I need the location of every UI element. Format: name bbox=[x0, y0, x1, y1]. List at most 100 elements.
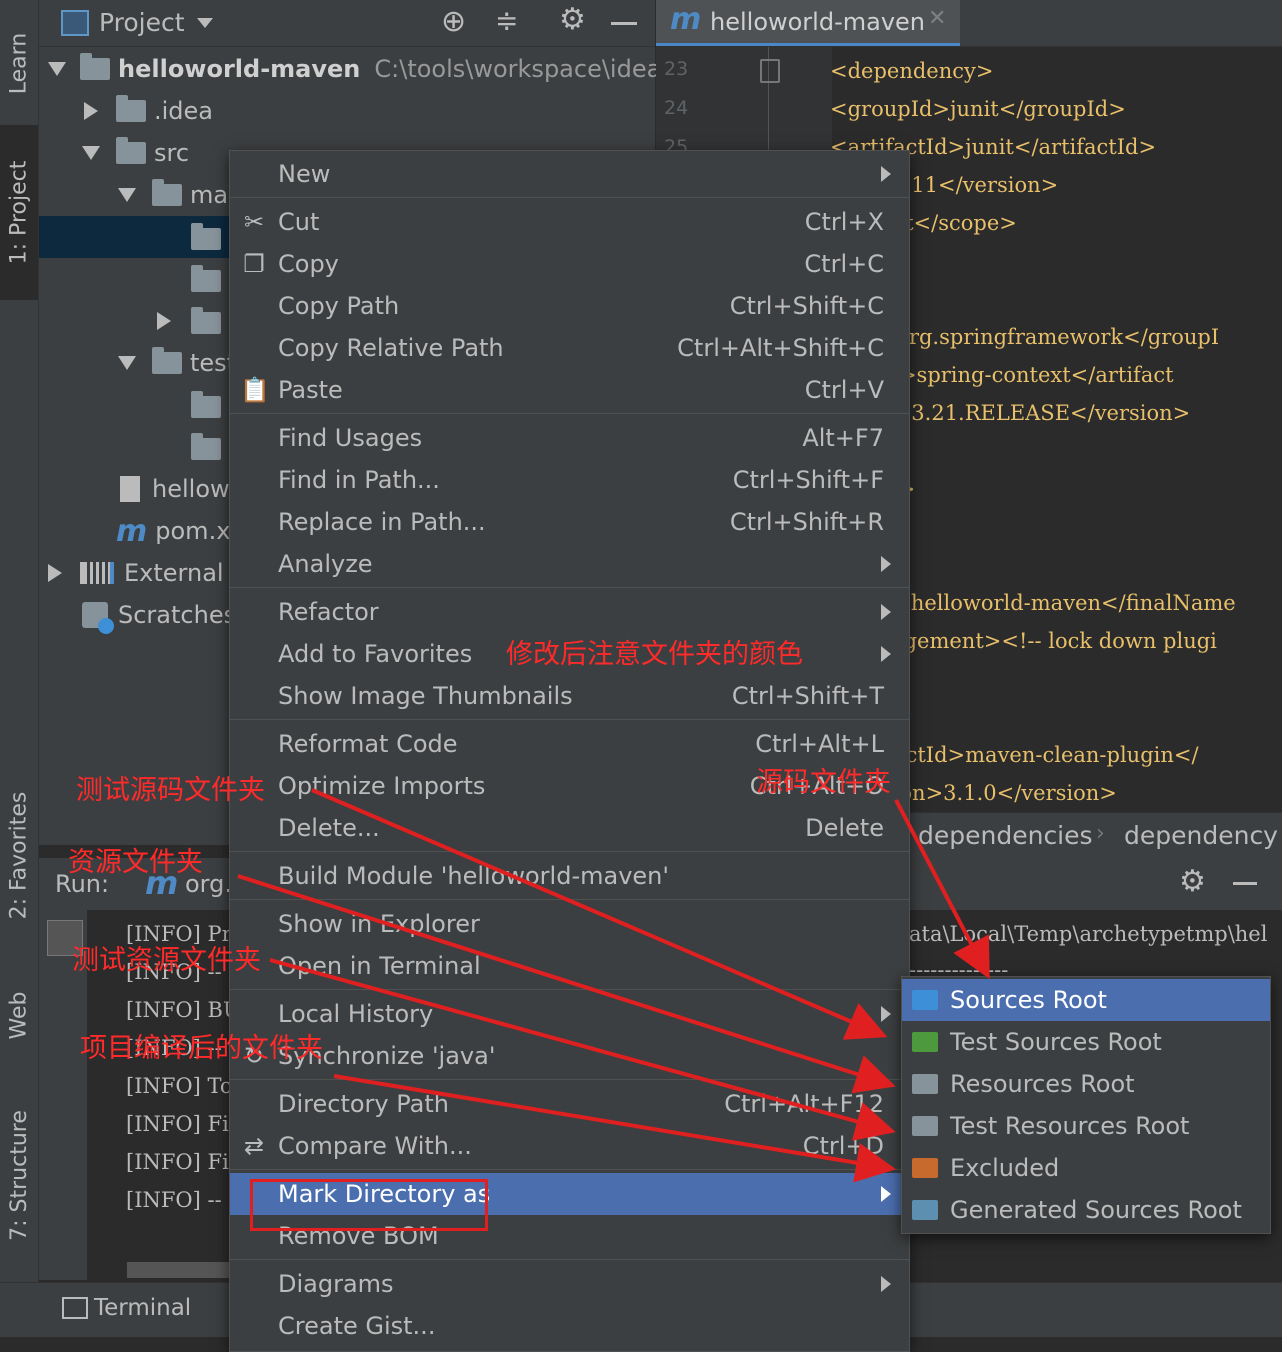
menu-item-shortcut: Ctrl+Shift+R bbox=[729, 508, 884, 536]
editor-tab[interactable]: m helloworld-maven ✕ bbox=[656, 0, 960, 46]
submenu-item[interactable]: Resources Root bbox=[902, 1063, 1270, 1105]
menu-item-label: Find in Path... bbox=[278, 466, 440, 494]
menu-item-label: Show Image Thumbnails bbox=[278, 682, 573, 710]
tree-row-idea[interactable]: .idea bbox=[84, 90, 213, 132]
tree-row-iml[interactable]: hellow bbox=[120, 468, 230, 510]
menu-item-shortcut: Ctrl+Alt+Shift+C bbox=[677, 334, 884, 362]
tree-row-external[interactable]: External L bbox=[48, 552, 245, 594]
context-menu-item[interactable]: Find in Path... Ctrl+Shift+F bbox=[230, 459, 909, 501]
tree-label: pom.xi bbox=[155, 517, 238, 545]
gear-icon[interactable]: ⚙ bbox=[559, 2, 586, 37]
project-tool-tab[interactable]: 1: Project bbox=[0, 125, 38, 300]
folder-icon bbox=[116, 137, 146, 164]
breadcrumb-item[interactable]: dependencies bbox=[918, 821, 1093, 850]
context-menu-item[interactable]: Find Usages Alt+F7 bbox=[230, 417, 909, 459]
menu-item-shortcut: Delete bbox=[805, 814, 884, 842]
collapse-all-icon[interactable]: ≑ bbox=[495, 4, 518, 37]
tree-label: Scratches bbox=[118, 601, 237, 629]
submenu-item[interactable]: Sources Root bbox=[902, 979, 1270, 1021]
root-name: helloworld-maven bbox=[118, 55, 361, 83]
project-view-icon bbox=[61, 10, 89, 36]
context-menu-item[interactable]: ❐ Copy Ctrl+C bbox=[230, 243, 909, 285]
menu-item-label: Add to Favorites bbox=[278, 640, 473, 668]
minimize-icon[interactable] bbox=[1233, 882, 1257, 885]
chevron-right-icon: › bbox=[1096, 821, 1105, 846]
context-menu-item[interactable]: ↻ Synchronize 'java' bbox=[230, 1035, 909, 1077]
menu-item-label: Refactor bbox=[278, 598, 379, 626]
expand-arrow-icon bbox=[118, 356, 136, 370]
submenu-item[interactable]: Generated Sources Root bbox=[902, 1189, 1270, 1231]
context-menu-item[interactable]: New bbox=[230, 153, 909, 195]
fold-marker-icon[interactable] bbox=[760, 59, 780, 83]
submenu-arrow-icon bbox=[881, 1276, 891, 1292]
editor-tab-label: helloworld-maven bbox=[710, 8, 926, 36]
menu-separator bbox=[230, 1079, 909, 1080]
tree-row-pom[interactable]: m pom.xi bbox=[116, 510, 237, 552]
menu-item-icon: ❐ bbox=[243, 250, 265, 278]
line-number: 23 bbox=[664, 58, 689, 80]
locate-icon[interactable]: ⊕ bbox=[441, 4, 466, 39]
menu-item-shortcut: Ctrl+Shift+T bbox=[731, 682, 884, 710]
tree-row-test[interactable]: test bbox=[118, 342, 236, 384]
context-menu-item[interactable]: Refactor bbox=[230, 591, 909, 633]
context-menu: New ✂ Cut Ctrl+X ❐ Copy Ctrl+C Copy Path Ctrl+Sh… bbox=[229, 150, 910, 1352]
code-line: <groupId>junit</groupId> bbox=[830, 97, 1126, 121]
folder-icon bbox=[191, 433, 221, 460]
context-menu-item[interactable]: Delete... Delete bbox=[230, 807, 909, 849]
context-menu-item[interactable]: Diagrams bbox=[230, 1263, 909, 1305]
annotation-folder-color: 修改后注意文件夹的颜色 bbox=[506, 639, 803, 670]
menu-separator bbox=[230, 851, 909, 852]
context-menu-item[interactable]: Create Gist... bbox=[230, 1305, 909, 1347]
folder-icon bbox=[152, 347, 182, 374]
context-menu-item[interactable]: Replace in Path... Ctrl+Shift+R bbox=[230, 501, 909, 543]
menu-item-shortcut: Ctrl+Alt+F12 bbox=[724, 1090, 884, 1118]
library-icon bbox=[80, 562, 114, 584]
learn-tab[interactable]: Learn bbox=[0, 8, 38, 118]
context-menu-item[interactable]: Build Module 'helloworld-maven' bbox=[230, 855, 909, 897]
menu-item-label: Analyze bbox=[278, 550, 373, 578]
tree-row-scratches[interactable]: Scratches bbox=[82, 594, 236, 636]
gear-icon[interactable]: ⚙ bbox=[1179, 864, 1206, 899]
minimize-icon[interactable] bbox=[611, 22, 637, 25]
context-menu-item[interactable]: Local History bbox=[230, 993, 909, 1035]
context-menu-item[interactable]: Show in Explorer bbox=[230, 903, 909, 945]
tree-row-root[interactable]: helloworld-maven C:\tools\workspace\idea… bbox=[48, 48, 685, 90]
submenu-item[interactable]: Test Resources Root bbox=[902, 1105, 1270, 1147]
context-menu-item[interactable]: Copy Path Ctrl+Shift+C bbox=[230, 285, 909, 327]
menu-item-shortcut: Ctrl+Shift+C bbox=[729, 292, 884, 320]
context-menu-item[interactable]: ✂ Cut Ctrl+X bbox=[230, 201, 909, 243]
menu-separator bbox=[230, 899, 909, 900]
terminal-tab[interactable]: Terminal bbox=[94, 1295, 191, 1321]
context-menu-item[interactable]: ⇄ Compare With... Ctrl+D bbox=[230, 1125, 909, 1167]
breadcrumb-item[interactable]: dependency bbox=[1124, 821, 1278, 850]
submenu-item-label: Sources Root bbox=[950, 986, 1107, 1014]
context-menu-item[interactable]: Show Image Thumbnails Ctrl+Shift+T bbox=[230, 675, 909, 717]
tree-label: External L bbox=[124, 559, 245, 587]
context-menu-item[interactable]: Copy Relative Path Ctrl+Alt+Shift+C bbox=[230, 327, 909, 369]
submenu-item[interactable]: Excluded bbox=[902, 1147, 1270, 1189]
menu-item-label: Paste bbox=[278, 376, 343, 404]
project-panel-title[interactable]: Project bbox=[99, 8, 185, 37]
menu-item-icon: ✂ bbox=[243, 208, 265, 236]
favorites-tab[interactable]: 2: Favorites bbox=[0, 770, 38, 940]
tree-row-main[interactable]: mai bbox=[118, 174, 235, 216]
expand-arrow-icon bbox=[157, 312, 171, 330]
scratches-icon bbox=[82, 602, 114, 634]
menu-separator bbox=[230, 413, 909, 414]
close-icon[interactable]: ✕ bbox=[928, 6, 946, 31]
structure-tab[interactable]: 7: Structure bbox=[0, 1090, 38, 1260]
tree-row-src[interactable]: src bbox=[82, 132, 189, 174]
mark-directory-submenu: Sources Root Test Sources Root Resources R… bbox=[901, 976, 1271, 1234]
submenu-item[interactable]: Test Sources Root bbox=[902, 1021, 1270, 1063]
chevron-down-icon[interactable] bbox=[197, 18, 213, 28]
context-menu-item[interactable]: Analyze bbox=[230, 543, 909, 585]
editor-tab-bar: m helloworld-maven ✕ bbox=[656, 0, 1282, 47]
context-menu-item[interactable]: Open in Terminal bbox=[230, 945, 909, 987]
console-line: [INFO] Fi bbox=[126, 1112, 229, 1136]
context-menu-item[interactable]: Reformat Code Ctrl+Alt+L bbox=[230, 723, 909, 765]
web-tab[interactable]: Web bbox=[0, 970, 38, 1060]
menu-item-shortcut: Ctrl+X bbox=[804, 208, 884, 236]
menu-item-label: Cut bbox=[278, 208, 320, 236]
context-menu-item[interactable]: 📋 Paste Ctrl+V bbox=[230, 369, 909, 411]
context-menu-item[interactable]: Directory Path Ctrl+Alt+F12 bbox=[230, 1083, 909, 1125]
